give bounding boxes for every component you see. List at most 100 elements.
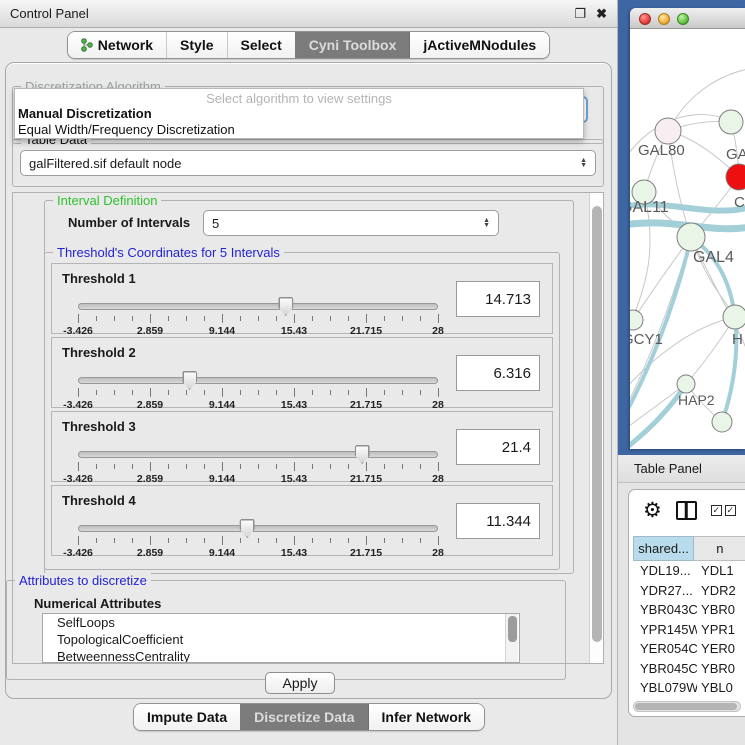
table-row[interactable]: YBL079WYBL0 bbox=[633, 678, 745, 698]
threshold-value-field[interactable]: 21.4 bbox=[456, 429, 540, 465]
checkbox-icon[interactable]: ✓ bbox=[711, 505, 722, 516]
slider-track[interactable] bbox=[78, 451, 438, 458]
tick-label: 21.715 bbox=[350, 325, 382, 337]
close-traffic-light-icon[interactable] bbox=[639, 13, 651, 25]
dropdown-option-equal-width[interactable]: Equal Width/Frequency Discretization bbox=[15, 122, 583, 138]
cell-name[interactable]: YBR0 bbox=[697, 661, 745, 676]
network-canvas[interactable]: GAL80GACGAL11GAL4GCY1HHAP2 bbox=[630, 29, 745, 449]
threshold-value-field[interactable]: 14.713 bbox=[456, 281, 540, 317]
dropdown-option-manual[interactable]: Manual Discretization bbox=[15, 106, 583, 122]
table-rows: YDL19...YDL1YDR27...YDR2YBR043CYBR0YPR14… bbox=[633, 561, 745, 717]
tick-mark bbox=[168, 464, 169, 469]
cell-name[interactable]: YPR1 bbox=[697, 622, 745, 637]
cell-name[interactable]: YBL0 bbox=[697, 680, 745, 695]
bottom-tab-impute-data[interactable]: Impute Data bbox=[134, 704, 240, 730]
cell-shared-name[interactable]: YPR145W bbox=[633, 622, 697, 637]
gear-icon[interactable]: ⚙ bbox=[643, 500, 662, 521]
tab-select[interactable]: Select bbox=[227, 32, 295, 58]
cell-name[interactable]: YDR2 bbox=[697, 583, 745, 598]
table-horizontal-scrollbar[interactable] bbox=[633, 701, 741, 712]
threshold-slider[interactable]: -3.4262.8599.14415.4321.71528 bbox=[78, 372, 438, 406]
table-row[interactable]: YDL19...YDL1 bbox=[633, 561, 745, 581]
table-row[interactable]: YDR27...YDR2 bbox=[633, 581, 745, 601]
tick-mark bbox=[420, 390, 421, 395]
checkbox-icon[interactable]: ✓ bbox=[725, 505, 736, 516]
settings-scrollbar-thumb[interactable] bbox=[592, 206, 602, 642]
top-tabbar: NetworkStyleSelectCyni ToolboxjActiveMNo… bbox=[0, 31, 617, 59]
spinner-arrows-icon[interactable]: ▲▼ bbox=[580, 158, 587, 168]
minimize-traffic-light-icon[interactable] bbox=[658, 13, 670, 25]
slider-track[interactable] bbox=[78, 377, 438, 384]
tick-mark bbox=[78, 388, 79, 397]
column-header-name[interactable]: n bbox=[694, 536, 745, 561]
float-window-icon[interactable]: ❐ bbox=[574, 6, 586, 22]
cell-name[interactable]: YBR0 bbox=[697, 602, 745, 617]
attribute-list-item[interactable]: BetweennessCentrality bbox=[43, 648, 519, 663]
attribute-list-item[interactable]: TopologicalCoefficient bbox=[43, 631, 519, 648]
number-of-intervals-spinner[interactable]: 5 ▲▼ bbox=[203, 210, 499, 236]
threshold-value-field[interactable]: 11.344 bbox=[456, 503, 540, 539]
tab-style[interactable]: Style bbox=[166, 32, 226, 58]
tab-network[interactable]: Network bbox=[68, 32, 166, 58]
network-node-label: GAL4 bbox=[693, 249, 734, 266]
network-window: GAL80GACGAL11GAL4GCY1HHAP2 bbox=[630, 8, 745, 449]
bottom-tab-discretize-data[interactable]: Discretize Data bbox=[240, 704, 367, 730]
algorithm-dropdown-popup: Select algorithm to view settings Manual… bbox=[14, 88, 584, 139]
attribute-list-item[interactable]: SelfLoops bbox=[43, 614, 519, 631]
threshold-value-field[interactable]: 6.316 bbox=[456, 355, 540, 391]
table-row[interactable]: YPR145WYPR1 bbox=[633, 620, 745, 640]
network-node[interactable] bbox=[723, 305, 745, 329]
cell-shared-name[interactable]: YDL19... bbox=[633, 563, 697, 578]
threshold-slider[interactable]: -3.4262.8599.14415.4321.71528 bbox=[78, 298, 438, 332]
tick-label: 2.859 bbox=[137, 547, 163, 559]
attributes-scrollbar-thumb[interactable] bbox=[508, 616, 517, 642]
zoom-traffic-light-icon[interactable] bbox=[677, 13, 689, 25]
table-row[interactable]: YBR045CYBR0 bbox=[633, 659, 745, 679]
network-node[interactable] bbox=[677, 375, 695, 393]
column-toggle-group: ✓ ✓ bbox=[711, 505, 736, 516]
network-node[interactable] bbox=[677, 223, 705, 251]
tab-cyni-toolbox[interactable]: Cyni Toolbox bbox=[295, 32, 410, 58]
numerical-attributes-list[interactable]: SelfLoopsTopologicalCoefficientBetweenne… bbox=[42, 613, 520, 663]
cell-shared-name[interactable]: YBR043C bbox=[633, 602, 697, 617]
close-icon[interactable]: ✖ bbox=[596, 6, 607, 22]
tick-mark bbox=[132, 390, 133, 395]
spinner-arrows-icon[interactable]: ▲▼ bbox=[483, 218, 490, 228]
table-row[interactable]: YBR043CYBR0 bbox=[633, 600, 745, 620]
settings-scrollbar[interactable] bbox=[589, 193, 603, 663]
tick-mark bbox=[330, 464, 331, 469]
tick-mark bbox=[402, 464, 403, 469]
cell-name[interactable]: YDL1 bbox=[697, 563, 745, 578]
network-node[interactable] bbox=[655, 118, 681, 144]
slider-track[interactable] bbox=[78, 303, 438, 310]
network-node[interactable] bbox=[712, 412, 732, 432]
tick-mark bbox=[114, 538, 115, 543]
dropdown-placeholder-option[interactable]: Select algorithm to view settings bbox=[15, 89, 583, 106]
cell-name[interactable]: YER0 bbox=[697, 641, 745, 656]
tick-mark bbox=[186, 316, 187, 321]
table-data-combobox[interactable]: galFiltered.sif default node ▲▼ bbox=[20, 150, 596, 176]
cell-shared-name[interactable]: YBR045C bbox=[633, 661, 697, 676]
apply-button[interactable]: Apply bbox=[265, 672, 335, 694]
threshold-slider[interactable]: -3.4262.8599.14415.4321.71528 bbox=[78, 520, 438, 554]
network-node[interactable] bbox=[630, 310, 643, 330]
control-panel: Control Panel ❐ ✖ NetworkStyleSelectCyni… bbox=[0, 0, 618, 745]
network-node[interactable] bbox=[719, 110, 743, 134]
cell-shared-name[interactable]: YER054C bbox=[633, 641, 697, 656]
tab-jactivemnodules[interactable]: jActiveMNodules bbox=[409, 32, 549, 58]
threshold-label: Threshold 4 bbox=[62, 493, 136, 508]
threshold-slider[interactable]: -3.4262.8599.14415.4321.71528 bbox=[78, 446, 438, 480]
slider-ticks bbox=[78, 388, 438, 398]
table-toolbar: ⚙ ✓ ✓ bbox=[629, 490, 745, 530]
cell-shared-name[interactable]: YDR27... bbox=[633, 583, 697, 598]
tick-label: 9.144 bbox=[209, 547, 235, 559]
attributes-scrollbar[interactable] bbox=[505, 614, 518, 662]
table-row[interactable]: YER054CYER0 bbox=[633, 639, 745, 659]
table-hscrollbar-thumb[interactable] bbox=[635, 703, 737, 710]
cell-shared-name[interactable]: YBL079W bbox=[633, 680, 697, 695]
slider-track[interactable] bbox=[78, 525, 438, 532]
bottom-tab-infer-network[interactable]: Infer Network bbox=[368, 704, 484, 730]
column-header-shared-name[interactable]: shared... bbox=[633, 536, 694, 561]
number-of-intervals-value: 5 bbox=[212, 216, 477, 231]
split-pane-icon[interactable] bbox=[676, 501, 697, 520]
